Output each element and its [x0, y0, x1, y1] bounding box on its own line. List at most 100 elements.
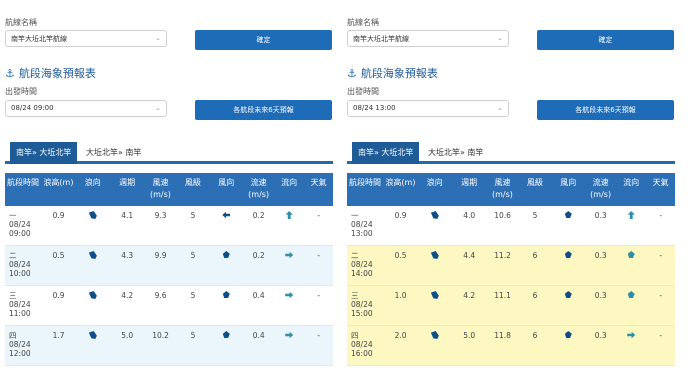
header-wave-direction: 浪向 — [84, 178, 101, 187]
header-current-speed: 流速(m/s) — [590, 178, 612, 199]
wind-speed-cell: 10.6 — [494, 211, 511, 220]
wind-level-cell: 5 — [190, 331, 196, 340]
current-speed-cell: 0.3 — [594, 331, 607, 340]
segment-date: 08/24 — [9, 300, 31, 309]
wind-speed-cell: 11.1 — [494, 291, 511, 300]
segment-date: 08/24 — [9, 220, 31, 229]
segment-number: 四 — [351, 331, 359, 340]
wave-direction-icon — [88, 251, 97, 259]
route-select[interactable]: 南竿大坵北竿航線 ⌄ — [347, 30, 509, 47]
wave-direction-icon — [430, 291, 439, 299]
route-label: 航線名稱 — [347, 18, 379, 27]
table-row: 一 08/24 13:00 0.9 4.0 10.6 5 0.3 - — [347, 206, 675, 246]
depart-select[interactable]: 08/24 13:00 ⌄ — [347, 100, 509, 117]
table-row: 一 08/24 09:00 0.9 4.1 9.3 5 0.2 - — [5, 206, 333, 246]
current-speed-cell: 0.4 — [252, 291, 265, 300]
wind-direction-cell — [209, 246, 243, 285]
current-direction-cell — [274, 286, 305, 325]
current-direction-cell — [616, 246, 647, 285]
wind-direction-cell — [551, 246, 585, 285]
wind-speed-cell: 9.6 — [154, 291, 167, 300]
wave-height-cell: 2.0 — [394, 331, 407, 340]
header-wave-height: 浪高(m) — [385, 178, 416, 187]
weather-cell: - — [317, 291, 321, 300]
wave-height-cell: 0.9 — [52, 211, 65, 220]
segment-time: 10:00 — [9, 269, 31, 278]
chevron-down-icon: ⌄ — [497, 104, 503, 112]
segment-cell: 二 08/24 14:00 — [347, 246, 383, 285]
period-cell: 5.0 — [463, 331, 476, 340]
tab-daqiu-to-nangan[interactable]: 大坵北竿» 南竿 — [80, 142, 147, 164]
wave-height-cell: 0.9 — [394, 211, 407, 220]
confirm-button[interactable]: 確定 — [537, 30, 674, 50]
right-panel: 航線名稱 南竿大坵北竿航線 ⌄ 確定 ⚓ 航段海象預報表 出發時間 08/24 … — [342, 0, 677, 391]
current-direction-icon — [627, 331, 636, 339]
segment-cell: 一 08/24 09:00 — [5, 206, 41, 245]
wind-level-cell: 6 — [532, 291, 538, 300]
segment-date: 08/24 — [351, 300, 373, 309]
tab-nangan-to-daqiu[interactable]: 南竿» 大坵北竿 — [352, 142, 420, 164]
segment-time: 15:00 — [351, 309, 373, 318]
segment-time: 13:00 — [351, 229, 373, 238]
period-cell: 4.4 — [463, 251, 476, 260]
six-day-forecast-button[interactable]: 各航段未來6天預報 — [537, 100, 674, 120]
depart-label: 出發時間 — [347, 87, 379, 96]
header-wind-level: 風級 — [184, 178, 201, 187]
header-period: 週期 — [461, 178, 478, 187]
current-speed-cell: 0.3 — [594, 251, 607, 260]
wave-height-cell: 1.7 — [52, 331, 65, 340]
current-speed-cell: 0.3 — [594, 291, 607, 300]
segment-number: 一 — [351, 211, 359, 220]
current-direction-cell — [616, 286, 647, 325]
table-header: 航段時間 浪高(m) 浪向 週期 風速(m/s) 風級 風向 流速(m/s) 流… — [347, 173, 675, 206]
segment-number: 一 — [9, 211, 17, 220]
current-direction-icon — [627, 291, 635, 298]
wind-level-cell: 6 — [532, 251, 538, 260]
current-speed-cell: 0.2 — [252, 251, 265, 260]
six-day-forecast-button[interactable]: 各航段未來6天預報 — [195, 100, 332, 120]
anchor-icon: ⚓ — [347, 66, 357, 80]
wind-direction-icon — [222, 291, 230, 298]
tab-nangan-to-daqiu[interactable]: 南竿» 大坵北竿 — [10, 142, 78, 164]
current-direction-icon — [285, 331, 294, 339]
tab-daqiu-to-nangan[interactable]: 大坵北竿» 南竿 — [422, 142, 489, 164]
route-tabs: 南竿» 大坵北竿 大坵北竿» 南竿 — [347, 142, 675, 164]
wind-level-cell: 5 — [532, 211, 538, 220]
weather-cell: - — [317, 211, 321, 220]
current-direction-cell — [274, 246, 305, 285]
wave-direction-cell — [418, 326, 452, 365]
table-row: 二 08/24 10:00 0.5 4.3 9.9 5 0.2 - — [5, 246, 333, 286]
period-cell: 4.2 — [463, 291, 476, 300]
segment-date: 08/24 — [351, 260, 373, 269]
segment-cell: 三 08/24 11:00 — [5, 286, 41, 325]
current-speed-cell: 0.4 — [252, 331, 265, 340]
current-direction-cell — [274, 326, 305, 365]
wind-speed-cell: 10.2 — [152, 331, 169, 340]
wind-direction-icon — [222, 251, 230, 258]
table-row: 二 08/24 14:00 0.5 4.4 11.2 6 0.3 - — [347, 246, 675, 286]
route-select[interactable]: 南竿大坵北竿航線 ⌄ — [5, 30, 167, 47]
chevron-down-icon: ⌄ — [497, 34, 503, 42]
wind-direction-cell — [551, 286, 585, 325]
header-weather: 天氣 — [652, 178, 669, 187]
wave-direction-icon — [88, 211, 97, 219]
header-weather: 天氣 — [310, 178, 327, 187]
weather-cell: - — [659, 211, 663, 220]
segment-number: 四 — [9, 331, 17, 340]
wave-direction-icon — [88, 291, 97, 299]
header-wind-speed: 風速(m/s) — [150, 178, 171, 199]
header-segment-time: 航段時間 — [7, 178, 39, 187]
confirm-button[interactable]: 確定 — [195, 30, 332, 50]
route-label: 航線名稱 — [5, 18, 37, 27]
header-wind-level: 風級 — [526, 178, 543, 187]
forecast-title-text: 航段海象預報表 — [18, 67, 96, 80]
current-direction-icon — [285, 211, 293, 219]
wave-direction-cell — [418, 246, 452, 285]
depart-select[interactable]: 08/24 09:00 ⌄ — [5, 100, 167, 117]
period-cell: 4.2 — [121, 291, 134, 300]
segment-cell: 二 08/24 10:00 — [5, 246, 41, 285]
wave-direction-cell — [76, 326, 110, 365]
forecast-title-text: 航段海象預報表 — [360, 67, 438, 80]
wind-level-cell: 5 — [190, 251, 196, 260]
route-select-value: 南竿大坵北竿航線 — [11, 35, 67, 43]
